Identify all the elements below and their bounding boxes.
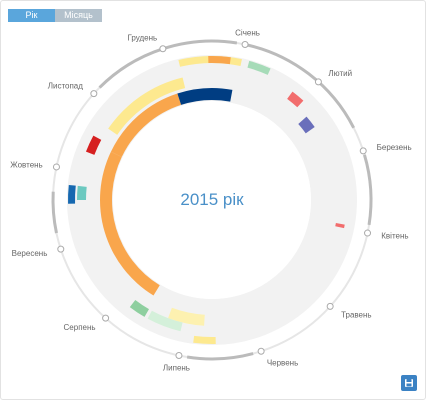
event-band[interactable]	[68, 184, 76, 204]
event-band[interactable]	[208, 56, 231, 65]
event-band[interactable]	[77, 185, 87, 200]
month-marker	[102, 314, 110, 322]
month-label: Вересень	[12, 249, 48, 258]
month-marker	[359, 147, 367, 155]
month-label: Грудень	[127, 33, 157, 42]
month-marker	[364, 229, 372, 237]
month-label: Лютий	[328, 69, 352, 78]
month-label: Квітень	[381, 232, 408, 241]
month-label: Жовтень	[10, 160, 42, 169]
month-marker	[57, 245, 65, 253]
radial-calendar-chart: Січень Лютий Березень Квітень Травень Червень…	[10, 29, 412, 373]
month-marker	[241, 40, 249, 48]
month-marker	[90, 90, 98, 98]
month-marker	[326, 302, 334, 310]
event-band[interactable]	[193, 335, 216, 345]
month-label: Липень	[163, 363, 190, 372]
outer-ring-arc	[51, 191, 58, 234]
month-label: Червень	[267, 359, 298, 368]
month-label: Січень	[235, 29, 260, 38]
month-label: Березень	[377, 143, 412, 152]
outer-ring-arc	[363, 154, 373, 226]
month-label: Серпень	[64, 323, 96, 332]
save-button[interactable]	[401, 375, 417, 391]
month-marker	[257, 347, 265, 355]
month-marker	[52, 163, 60, 171]
month-label: Травень	[341, 310, 372, 319]
month-marker	[314, 78, 322, 86]
floppy-disk-icon	[405, 379, 413, 387]
month-marker	[159, 45, 167, 53]
calendar-widget: Рік Місяць Січень Лютий Березень Квітень Тра…	[0, 0, 426, 400]
month-marker	[175, 352, 183, 360]
outer-ring-arc	[186, 352, 254, 361]
month-label: Листопад	[48, 82, 84, 91]
year-title: 2015 рік	[180, 190, 244, 209]
